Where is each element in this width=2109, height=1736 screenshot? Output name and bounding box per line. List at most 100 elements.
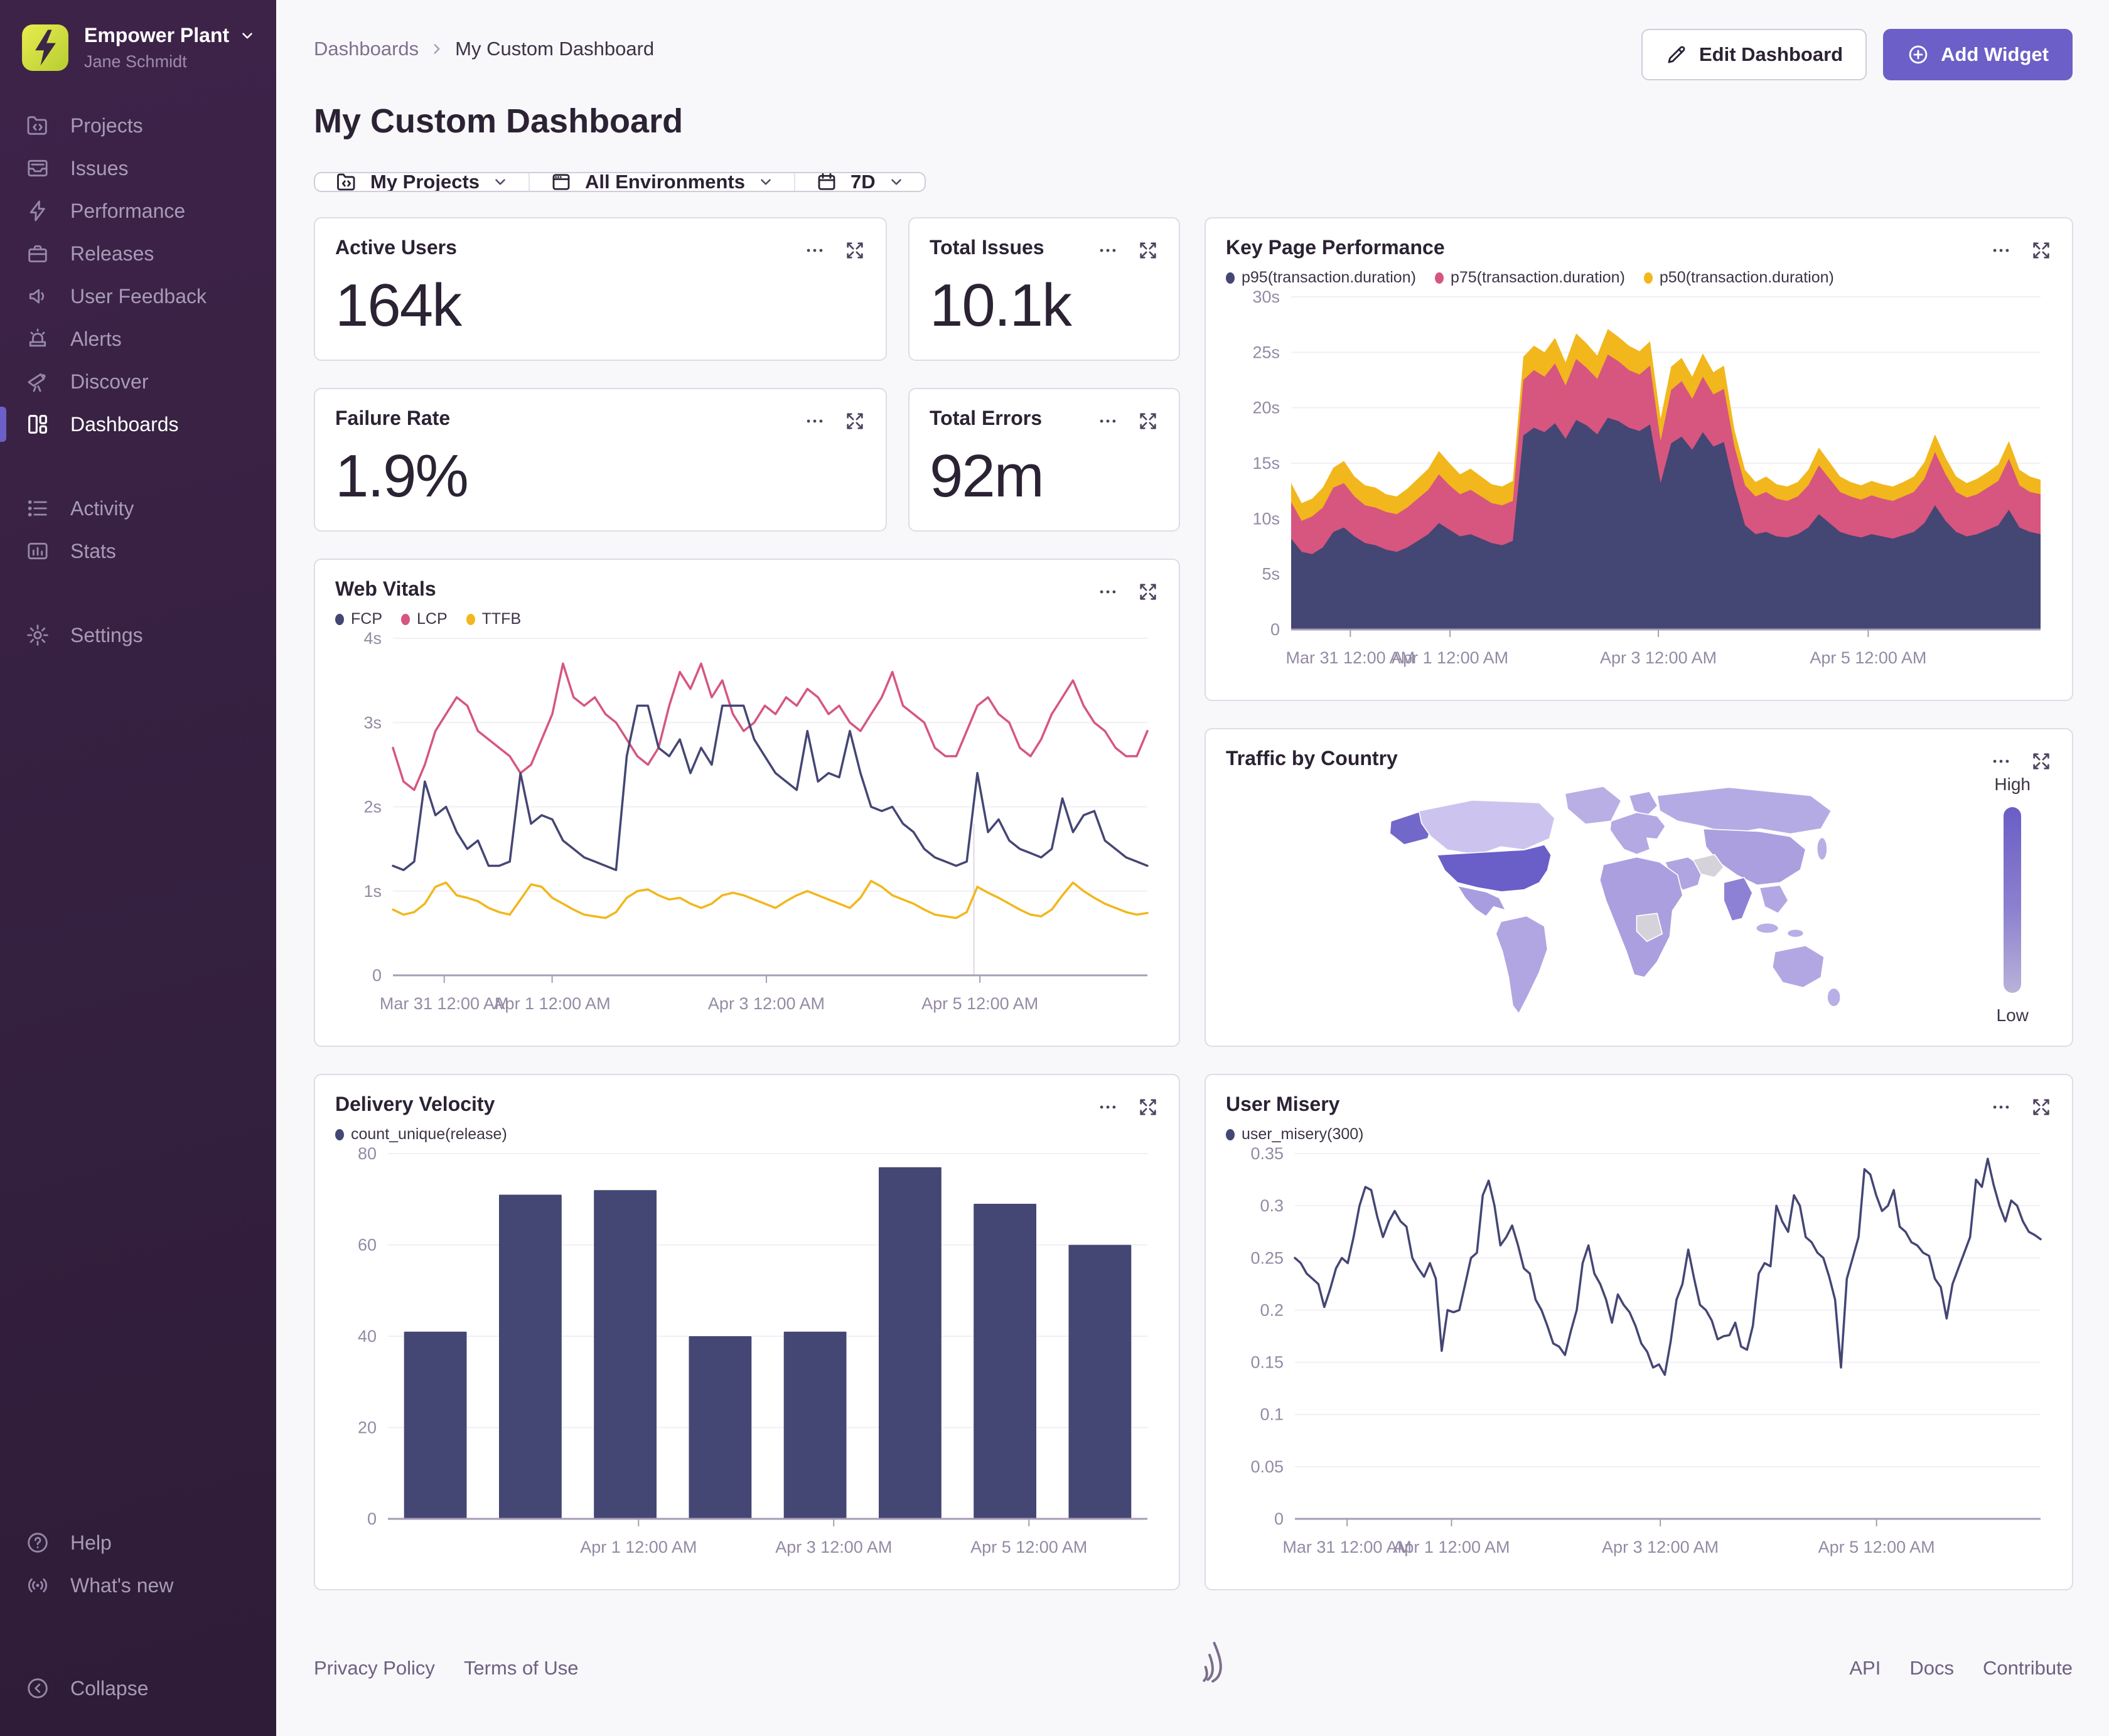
- web-vitals-chart[interactable]: 0 1s 2s 3s 4s Mar 31 12:00 AM Apr 1 12:00 AM Ap…: [335, 628, 1159, 1028]
- ellipsis-icon[interactable]: [1990, 751, 2012, 772]
- privacy-policy-link[interactable]: Privacy Policy: [314, 1657, 435, 1680]
- expand-icon[interactable]: [2031, 1096, 2052, 1118]
- sidebar-item-user-feedback[interactable]: User Feedback: [0, 275, 276, 318]
- project-filter[interactable]: My Projects: [315, 173, 530, 191]
- projects-icon: [337, 173, 355, 191]
- legend-item[interactable]: p75(transaction.duration): [1434, 269, 1625, 287]
- ellipsis-icon[interactable]: [1990, 240, 2012, 261]
- edit-dashboard-button[interactable]: Edit Dashboard: [1641, 29, 1867, 80]
- window-icon: [552, 174, 570, 190]
- sidebar-item-discover[interactable]: Discover: [0, 360, 276, 403]
- map-legend-low: Low: [1996, 1005, 2029, 1025]
- world-map[interactable]: High Low: [1226, 772, 2052, 1028]
- calendar-icon: [818, 173, 835, 190]
- widget-title: Traffic by Country: [1226, 747, 1398, 769]
- svg-text:20s: 20s: [1252, 399, 1280, 417]
- sidebar-item-label: Settings: [70, 623, 143, 646]
- svg-text:0.05: 0.05: [1250, 1457, 1284, 1476]
- stat-value: 1.9%: [335, 442, 469, 510]
- svg-text:0.2: 0.2: [1260, 1300, 1284, 1319]
- expand-icon[interactable]: [1137, 410, 1159, 432]
- expand-icon[interactable]: [1137, 240, 1159, 261]
- svg-text:Apr 1 12:00 AM: Apr 1 12:00 AM: [494, 994, 611, 1013]
- sidebar-item-label: Alerts: [70, 327, 122, 350]
- sidebar-item-label: Collapse: [70, 1676, 149, 1700]
- widget-title: Total Errors: [930, 407, 1042, 429]
- chart-legend: user_misery(300): [1226, 1125, 2052, 1144]
- add-widget-button[interactable]: Add Widget: [1883, 29, 2073, 80]
- sidebar-item-activity[interactable]: Activity: [0, 487, 276, 530]
- svg-text:15s: 15s: [1252, 454, 1280, 473]
- svg-text:25s: 25s: [1252, 343, 1280, 362]
- contribute-link[interactable]: Contribute: [1983, 1657, 2073, 1680]
- sidebar-item-dashboards[interactable]: Dashboards: [0, 403, 276, 446]
- key-page-performance-chart[interactable]: 0 5s 10s 15s 20s 25s 30s Mar 31 12:00 AM Apr 1 1…: [1226, 287, 2052, 682]
- widget-web-vitals: Web Vitals FCP LCP TTFB 0 1s 2s 3s 4s Mar 31 …: [314, 559, 1180, 1047]
- chart-legend: count_unique(release): [335, 1125, 1159, 1144]
- ellipsis-icon[interactable]: [804, 410, 825, 432]
- sentry-logo: [1193, 1641, 1235, 1696]
- org-switcher[interactable]: Empower Plant Jane Schmidt: [0, 24, 276, 72]
- sidebar-item-issues[interactable]: Issues: [0, 147, 276, 190]
- expand-icon[interactable]: [2031, 240, 2052, 261]
- sidebar-item-whats-new[interactable]: What's new: [0, 1564, 276, 1607]
- sidebar-collapse-button[interactable]: Collapse: [0, 1667, 276, 1710]
- svg-text:0.1: 0.1: [1260, 1405, 1284, 1424]
- widget-failure-rate: Failure Rate 1.9%: [314, 388, 887, 532]
- help-icon: [28, 1533, 48, 1553]
- settings-icon: [27, 624, 48, 646]
- environment-filter[interactable]: All Environments: [530, 173, 795, 191]
- breadcrumb-dashboards-link[interactable]: Dashboards: [314, 38, 419, 60]
- svg-text:Apr 5 12:00 AM: Apr 5 12:00 AM: [1810, 648, 1926, 667]
- ellipsis-icon[interactable]: [1097, 240, 1119, 261]
- svg-text:30s: 30s: [1252, 287, 1280, 306]
- sidebar-item-alerts[interactable]: Alerts: [0, 318, 276, 360]
- legend-item[interactable]: FCP: [335, 610, 382, 628]
- user-name: Jane Schmidt: [84, 52, 187, 71]
- terms-of-use-link[interactable]: Terms of Use: [464, 1657, 579, 1680]
- user-misery-chart[interactable]: 0 0.05 0.1 0.15 0.2 0.25 0.3 0.35 Mar 31 12:00 A…: [1226, 1144, 2052, 1572]
- legend-item[interactable]: TTFB: [466, 610, 521, 628]
- org-name: Empower Plant: [84, 24, 230, 46]
- ellipsis-icon[interactable]: [1097, 410, 1119, 432]
- sidebar-item-help[interactable]: Help: [0, 1521, 276, 1564]
- expand-icon[interactable]: [2031, 751, 2052, 772]
- chart-legend: p95(transaction.duration) p75(transactio…: [1226, 269, 2052, 287]
- widget-delivery-velocity: Delivery Velocity count_unique(release) …: [314, 1074, 1180, 1590]
- legend-item[interactable]: LCP: [401, 610, 448, 628]
- sidebar-item-stats[interactable]: Stats: [0, 530, 276, 572]
- sidebar-item-releases[interactable]: Releases: [0, 232, 276, 275]
- sidebar-item-settings[interactable]: Settings: [0, 614, 276, 656]
- expand-icon[interactable]: [844, 410, 866, 432]
- sidebar-item-label: Performance: [70, 199, 186, 222]
- main-content: Dashboards My Custom Dashboard Edit Dash…: [276, 0, 2109, 1736]
- sidebar-item-label: Stats: [70, 539, 116, 562]
- ellipsis-icon[interactable]: [804, 240, 825, 261]
- sidebar-footer: Help What's new Collapse: [0, 1521, 276, 1710]
- stat-value: 92m: [930, 442, 1044, 510]
- legend-item[interactable]: count_unique(release): [335, 1125, 507, 1144]
- ellipsis-icon[interactable]: [1990, 1096, 2012, 1118]
- legend-item[interactable]: p50(transaction.duration): [1643, 269, 1834, 287]
- svg-text:0.25: 0.25: [1250, 1248, 1284, 1267]
- date-range-filter[interactable]: 7D: [795, 173, 925, 191]
- chevron-down-icon: [495, 179, 505, 185]
- delivery-velocity-chart[interactable]: 0 20 40 60 80 Apr 1 12:00 AM Apr 3 12:00 AM Apr…: [335, 1144, 1159, 1572]
- expand-icon[interactable]: [1137, 581, 1159, 603]
- legend-item[interactable]: user_misery(300): [1226, 1125, 1364, 1144]
- docs-link[interactable]: Docs: [1909, 1657, 1954, 1680]
- org-avatar: [22, 24, 68, 71]
- widget-title: Key Page Performance: [1226, 236, 1445, 259]
- expand-icon[interactable]: [844, 240, 866, 261]
- legend-item[interactable]: p95(transaction.duration): [1226, 269, 1416, 287]
- legend-dot: [1434, 272, 1444, 284]
- api-link[interactable]: API: [1849, 1657, 1881, 1680]
- sidebar-item-projects[interactable]: Projects: [0, 104, 276, 147]
- expand-icon[interactable]: [1137, 1096, 1159, 1118]
- sidebar-item-performance[interactable]: Performance: [0, 190, 276, 232]
- issues-icon: [28, 159, 48, 177]
- page-footer: Privacy Policy Terms of Use API Docs Con…: [314, 1617, 2073, 1736]
- svg-text:0: 0: [367, 1509, 377, 1528]
- ellipsis-icon[interactable]: [1097, 1096, 1119, 1118]
- ellipsis-icon[interactable]: [1097, 581, 1119, 603]
